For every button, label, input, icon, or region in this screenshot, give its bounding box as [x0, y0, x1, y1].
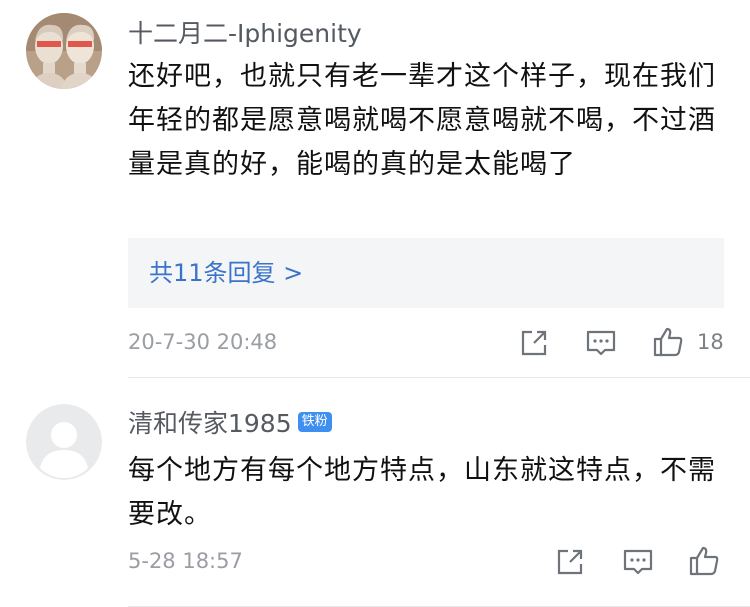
timestamp: 20-7-30 20:48: [128, 330, 278, 354]
view-replies-link[interactable]: 共11条回复 >: [149, 258, 303, 288]
comment-icon: [586, 330, 616, 356]
statue-pair-avatar-icon: [26, 13, 102, 89]
default-user-avatar-icon: [26, 404, 102, 480]
like-button[interactable]: [688, 545, 720, 577]
thumbs-up-icon: [653, 327, 683, 357]
like-button[interactable]: [652, 326, 684, 358]
share-icon: [521, 330, 547, 356]
share-button[interactable]: [518, 327, 550, 359]
share-icon: [557, 549, 583, 575]
avatar[interactable]: [26, 13, 102, 89]
username[interactable]: 清和传家1985 铁粉: [128, 411, 332, 436]
reply-button[interactable]: [585, 327, 617, 359]
avatar[interactable]: [26, 404, 102, 480]
username[interactable]: 十二月二-Iphigenity: [128, 21, 362, 46]
username-text[interactable]: 清和传家1985: [128, 409, 292, 438]
comment-text: 每个地方有每个地方特点，山东就这特点，不需要改。: [128, 455, 716, 530]
reply-button[interactable]: [622, 546, 654, 578]
fan-badge: 铁粉: [297, 412, 332, 432]
share-button[interactable]: [554, 546, 586, 578]
timestamp: 5-28 18:57: [128, 549, 243, 573]
comment-icon: [623, 549, 653, 575]
comment-item: 清和传家1985 铁粉 每个地方有每个地方特点，山东就这特点，不需要改。 5-28…: [0, 378, 750, 607]
comment-text: 还好吧，也就只有老一辈才这个样子，现在我们年轻的都是愿意喝就喝不愿意喝就不喝，不…: [128, 61, 716, 180]
thumbs-up-icon: [689, 546, 719, 576]
replies-box[interactable]: 共11条回复 >: [128, 238, 724, 308]
comment-item: 十二月二-Iphigenity 还好吧，也就只有老一辈才这个样子，现在我们年轻的…: [0, 0, 750, 378]
like-count: 18: [697, 330, 724, 354]
